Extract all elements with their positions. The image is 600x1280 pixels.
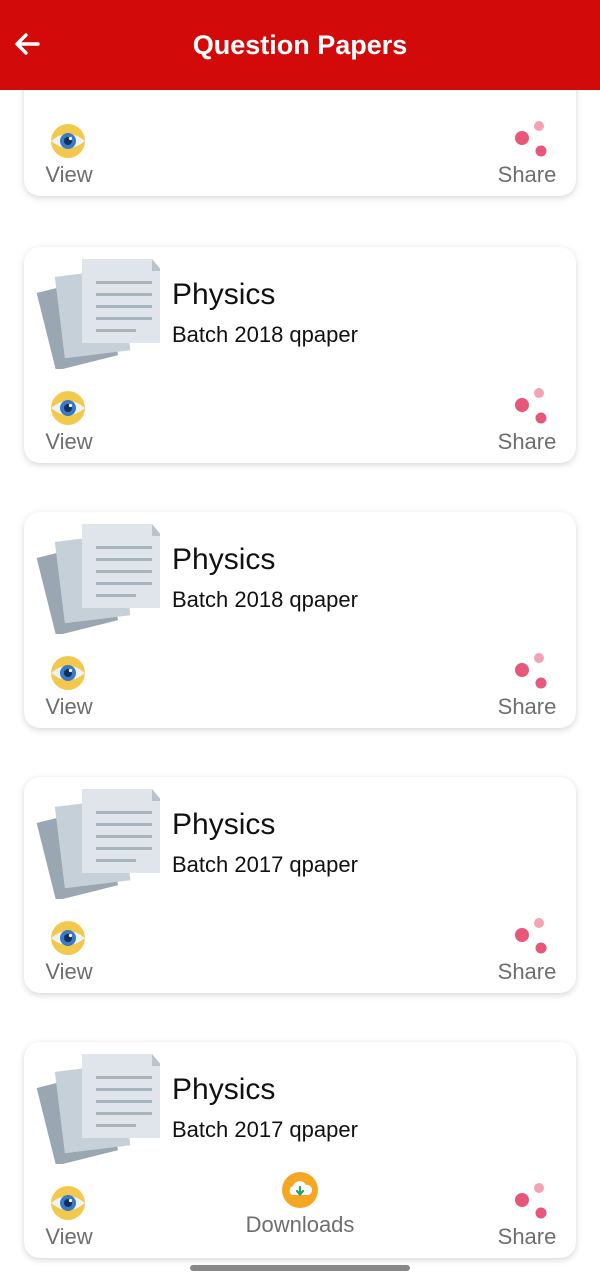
eye-icon — [49, 1186, 87, 1220]
document-icon — [34, 1052, 160, 1164]
share-label: Share — [497, 959, 557, 984]
view-label: View — [45, 959, 93, 984]
app-bar: Question Papers — [0, 0, 600, 90]
cloud-download-icon — [282, 1172, 318, 1208]
paper-card: View Share — [24, 90, 576, 196]
paper-batch: Batch 2018 qpaper — [172, 587, 358, 612]
paper-subject: Physics — [172, 808, 276, 841]
page-title: Question Papers — [192, 30, 408, 60]
share-icon — [512, 120, 548, 158]
share-button[interactable]: Share — [492, 1182, 562, 1252]
paper-card: Physics Batch 2017 qpaper View Share — [24, 777, 576, 993]
paper-card: Physics Batch 2018 qpaper View Share — [24, 512, 576, 728]
paper-batch: Batch 2017 qpaper — [172, 1117, 358, 1142]
share-button[interactable]: Share — [492, 652, 562, 722]
downloads-label: Downloads — [245, 1212, 355, 1237]
eye-icon — [49, 124, 87, 158]
view-button[interactable]: View — [38, 654, 100, 722]
share-label: Share — [497, 162, 557, 187]
share-button[interactable]: Share — [492, 387, 562, 457]
share-button[interactable]: Share — [492, 917, 562, 987]
paper-list[interactable]: View Share Physics Batch 2018 qpaper Vie… — [0, 90, 600, 1280]
document-icon — [34, 257, 160, 369]
share-icon — [512, 1182, 548, 1220]
view-label: View — [45, 694, 93, 719]
view-label: View — [45, 162, 93, 187]
paper-subject: Physics — [172, 278, 276, 311]
view-button[interactable]: View — [38, 919, 100, 987]
document-icon — [34, 787, 160, 899]
paper-subject: Physics — [172, 1073, 276, 1106]
share-label: Share — [497, 1224, 557, 1249]
downloads-button[interactable]: Downloads — [240, 1172, 360, 1242]
paper-subject: Physics — [172, 543, 276, 576]
paper-card: Physics Batch 2018 qpaper View Share — [24, 247, 576, 463]
view-button[interactable]: View — [38, 122, 100, 190]
share-icon — [512, 917, 548, 955]
home-indicator[interactable] — [190, 1265, 410, 1271]
view-label: View — [45, 429, 93, 454]
share-label: Share — [497, 429, 557, 454]
share-icon — [512, 387, 548, 425]
view-button[interactable]: View — [38, 389, 100, 457]
view-label: View — [45, 1224, 93, 1249]
share-label: Share — [497, 694, 557, 719]
view-button[interactable]: View — [38, 1184, 100, 1252]
paper-batch: Batch 2018 qpaper — [172, 322, 358, 347]
paper-batch: Batch 2017 qpaper — [172, 852, 358, 877]
eye-icon — [49, 391, 87, 425]
share-icon — [512, 652, 548, 690]
eye-icon — [49, 656, 87, 690]
share-button[interactable]: Share — [492, 120, 562, 190]
eye-icon — [49, 921, 87, 955]
document-icon — [34, 522, 160, 634]
